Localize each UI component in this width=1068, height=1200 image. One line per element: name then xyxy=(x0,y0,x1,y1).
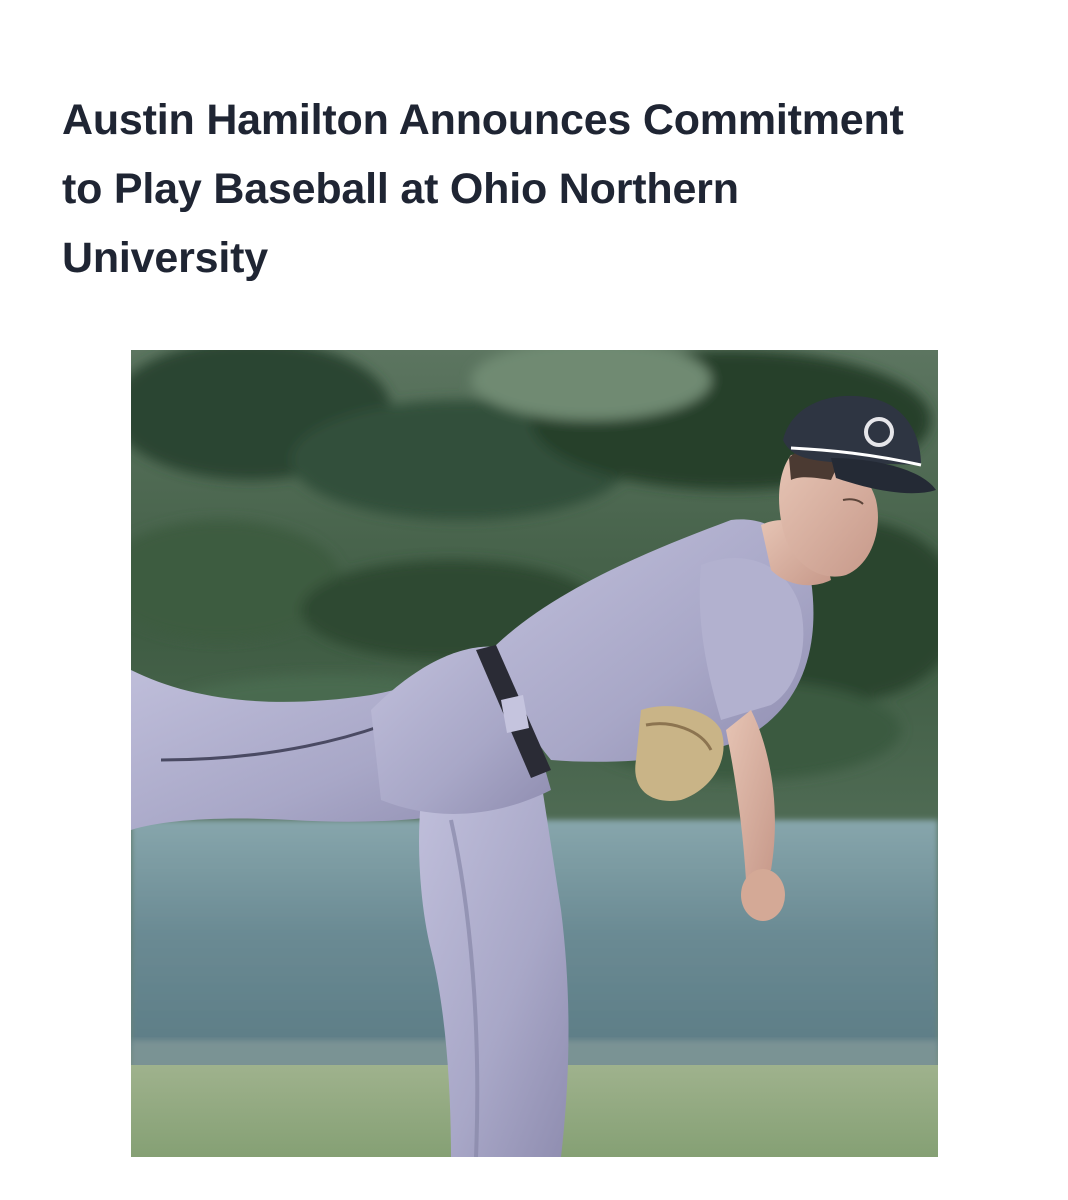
article-photo xyxy=(131,350,938,1157)
headline-line-3: University xyxy=(62,234,268,282)
headline-line-2: to Play Baseball at Ohio Northern xyxy=(62,165,739,213)
article-headline: Austin Hamilton Announces Commitment to … xyxy=(62,86,1022,293)
article: Austin Hamilton Announces Commitment to … xyxy=(0,0,1068,1200)
pitcher-photo-illustration xyxy=(131,350,938,1157)
headline-line-1: Austin Hamilton Announces Commitment xyxy=(62,96,904,144)
